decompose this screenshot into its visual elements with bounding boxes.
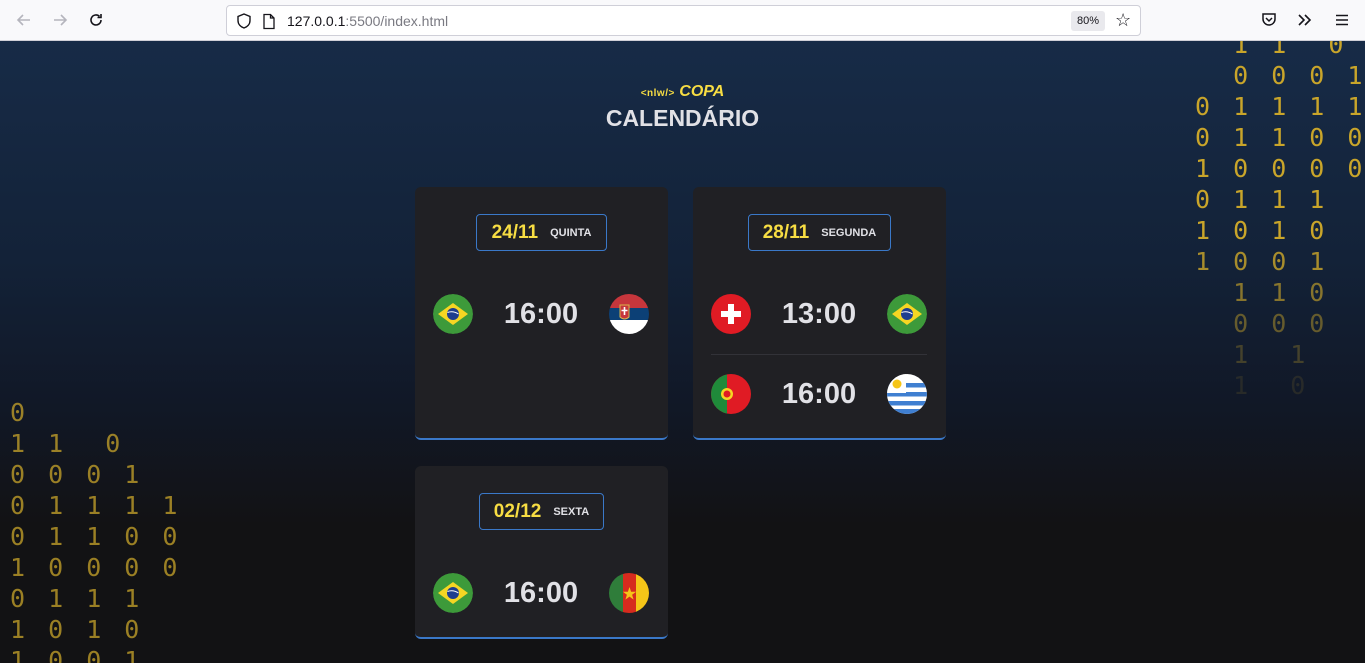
browser-toolbar: 127.0.0.1:5500/index.html 80% ☆ xyxy=(0,0,1365,41)
date-label: 24/11 xyxy=(491,221,539,243)
date-badge: 02/12 SEXTA xyxy=(479,493,604,530)
serbia-flag-icon xyxy=(609,294,649,334)
page-title: CALENDÁRIO xyxy=(605,105,760,131)
uruguay-flag-icon xyxy=(887,374,927,414)
address-bar[interactable]: 127.0.0.1:5500/index.html 80% ☆ xyxy=(226,5,1141,36)
match-row: 16:00 xyxy=(433,573,649,613)
hamburger-icon xyxy=(1336,14,1348,26)
url-text[interactable]: 127.0.0.1:5500/index.html xyxy=(287,13,448,29)
binary-row: 1 0 1 0 xyxy=(1195,216,1329,245)
page-content: 01 1 00 0 0 10 1 1 1 10 1 1 0 01 0 0 0 0… xyxy=(0,41,1365,663)
match-row: 13:00 xyxy=(711,294,927,334)
binary-row: 1 0 0 0 0 xyxy=(10,553,182,582)
binary-row: 1 0 0 0 0 xyxy=(1195,154,1365,183)
url-path: :5500/index.html xyxy=(345,13,449,29)
binary-row: 0 1 1 1 xyxy=(1195,185,1329,214)
binary-row: 1 1 0 xyxy=(1195,278,1329,307)
binary-row: 1 0 0 1 xyxy=(10,646,144,663)
binary-row: 0 1 1 0 0 xyxy=(10,522,182,551)
date-label: 02/12 xyxy=(493,500,542,522)
match-day-card: 24/11 QUINTA 16:00 xyxy=(415,187,668,440)
binary-row: 0 0 0 xyxy=(1195,309,1329,338)
binary-row: 1 0 1 0 xyxy=(10,615,144,644)
page-icon xyxy=(263,13,275,30)
binary-row: 0 1 1 1 xyxy=(10,584,144,613)
binary-row: 1 0 0 1 xyxy=(1195,247,1329,276)
arrow-right-icon xyxy=(54,14,68,26)
binary-row: 0 1 1 1 1 xyxy=(10,491,182,520)
back-button[interactable] xyxy=(12,8,36,32)
date-label: 28/11 xyxy=(762,221,810,243)
logo-tag: <nlw/> xyxy=(640,88,675,99)
match-day-card: 28/11 SEGUNDA 13:00 16:00 xyxy=(693,187,946,440)
binary-row: 0 0 0 1 xyxy=(10,460,144,489)
binary-row: 1 0 xyxy=(1195,371,1310,400)
zoom-indicator[interactable]: 80% xyxy=(1071,11,1106,31)
weekday-label: QUINTA xyxy=(550,226,592,239)
match-day-card: 02/12 SEXTA 16:00 xyxy=(415,466,668,639)
chevrons-right-icon xyxy=(1298,14,1312,26)
date-badge: 24/11 QUINTA xyxy=(476,214,607,251)
binary-decoration-left: 01 1 00 0 0 10 1 1 1 10 1 1 0 01 0 0 0 0… xyxy=(10,397,181,663)
forward-button[interactable] xyxy=(48,8,72,32)
shield-icon[interactable] xyxy=(235,12,253,30)
reload-button[interactable] xyxy=(84,8,108,32)
match-row: 16:00 xyxy=(711,374,927,414)
extensions-overflow-button[interactable] xyxy=(1294,9,1316,31)
arrow-left-icon xyxy=(16,14,30,26)
weekday-label: SEGUNDA xyxy=(821,226,877,239)
logo-copa: COPA xyxy=(679,83,725,100)
match-row: 16:00 xyxy=(433,294,649,334)
menu-button[interactable] xyxy=(1331,9,1353,31)
brazil-flag-icon xyxy=(887,294,927,334)
binary-row: 1 1 0 xyxy=(1195,41,1348,59)
pocket-button[interactable] xyxy=(1258,9,1280,31)
pocket-icon xyxy=(1262,13,1276,26)
reload-icon xyxy=(90,14,102,26)
match-divider xyxy=(711,354,927,355)
bookmark-star-icon[interactable]: ☆ xyxy=(1115,10,1131,31)
cameroon-flag-icon xyxy=(609,573,649,613)
binary-row: 1 1 xyxy=(1195,340,1310,369)
url-host: 127.0.0.1 xyxy=(287,13,346,29)
binary-row: 0 xyxy=(10,398,30,427)
binary-row: 1 1 0 xyxy=(10,429,125,458)
date-badge: 28/11 SEGUNDA xyxy=(748,214,891,251)
nlw-copa-logo: <nlw/> COPA xyxy=(0,83,1365,101)
weekday-label: SEXTA xyxy=(553,505,590,518)
